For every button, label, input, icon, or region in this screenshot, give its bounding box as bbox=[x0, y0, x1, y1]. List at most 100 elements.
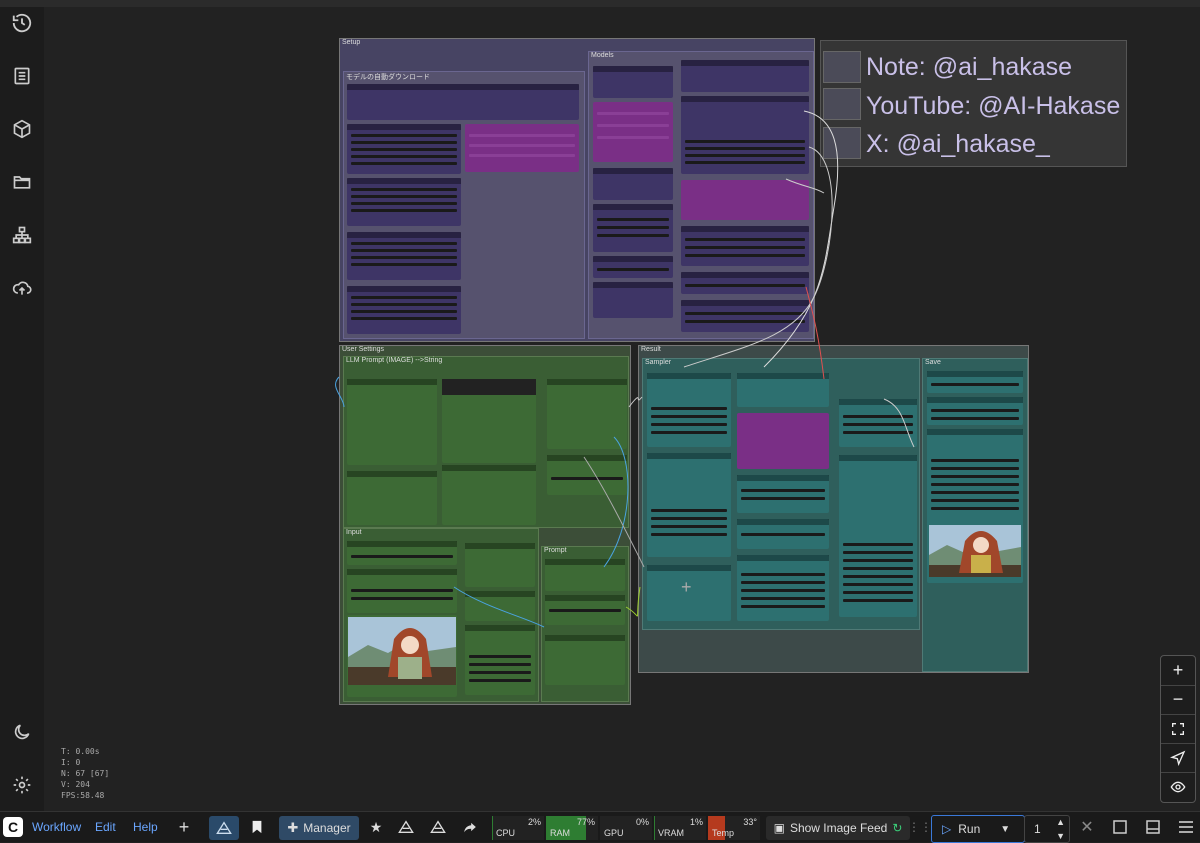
panel-icon bbox=[1146, 820, 1160, 834]
group-auto-download[interactable]: モデルの自動ダウンロード bbox=[343, 71, 585, 339]
group-save[interactable]: Save bbox=[922, 358, 1028, 672]
node-load-image[interactable] bbox=[347, 615, 457, 697]
node-download-2[interactable] bbox=[347, 178, 461, 226]
node-sampler-magenta[interactable] bbox=[737, 413, 829, 469]
node-model-h[interactable] bbox=[681, 272, 809, 294]
node-download-1[interactable] bbox=[347, 124, 461, 174]
batch-count-stepper[interactable]: 1 ▲ ▼ bbox=[1024, 815, 1070, 843]
group-sampler[interactable]: Sampler + bbox=[642, 358, 920, 630]
node-download-4[interactable] bbox=[347, 286, 461, 334]
node-model-f[interactable] bbox=[681, 60, 809, 92]
bookmark-button[interactable] bbox=[243, 812, 271, 842]
node-library-icon[interactable] bbox=[10, 223, 34, 247]
zoom-out-button[interactable]: − bbox=[1161, 685, 1195, 715]
node-download-magenta[interactable] bbox=[465, 124, 579, 172]
share-button[interactable] bbox=[460, 812, 480, 842]
stat-time: T: 0.00s bbox=[61, 747, 100, 756]
favorites-button[interactable]: ★ bbox=[367, 812, 385, 842]
node-model-b[interactable] bbox=[593, 168, 673, 200]
node-download-main[interactable] bbox=[347, 84, 579, 120]
folder-icon[interactable] bbox=[10, 170, 34, 194]
node-download-3[interactable] bbox=[347, 232, 461, 280]
node-llm-c[interactable] bbox=[547, 379, 627, 449]
new-tab-button[interactable]: + bbox=[170, 812, 198, 842]
run-options-chevron-icon[interactable]: ▼ bbox=[1000, 824, 1010, 835]
increment-chevron-icon[interactable]: ▲ bbox=[1056, 817, 1065, 827]
node-model-d[interactable] bbox=[593, 256, 673, 278]
node-sampler-g[interactable] bbox=[839, 399, 917, 447]
main-menu-button[interactable] bbox=[1177, 812, 1195, 842]
node-sampler-c[interactable] bbox=[737, 373, 829, 407]
drag-handle-icon[interactable]: ⋮⋮ bbox=[908, 812, 932, 842]
node-sampler-e[interactable] bbox=[737, 519, 829, 549]
zoom-in-button[interactable]: + bbox=[1161, 656, 1195, 686]
group-setup[interactable]: Setup モデルの自動ダウンロード Models bbox=[339, 38, 815, 342]
vram-fill bbox=[654, 816, 655, 840]
manager-button[interactable]: ✚ Manager bbox=[279, 816, 359, 840]
moon-icon[interactable] bbox=[10, 720, 34, 744]
node-input-a[interactable] bbox=[347, 541, 457, 565]
document-icon[interactable] bbox=[10, 64, 34, 88]
decrement-chevron-icon[interactable]: ▼ bbox=[1056, 831, 1065, 841]
history-icon[interactable] bbox=[10, 11, 34, 35]
node-model-g[interactable] bbox=[681, 226, 809, 266]
node-save-image[interactable] bbox=[927, 429, 1023, 583]
node-input-e[interactable] bbox=[465, 625, 535, 695]
group-llm-prompt[interactable]: LLM Prompt (IMAGE) -->String bbox=[343, 356, 629, 528]
credits-note[interactable]: Note: @ai_hakase YouTube: @AI-Hakase X: … bbox=[820, 40, 1127, 167]
group-input[interactable]: Input bbox=[343, 528, 539, 702]
node-llm-d[interactable] bbox=[347, 471, 437, 525]
node-sampler-a[interactable] bbox=[647, 373, 731, 447]
node-sampler-preview[interactable]: + bbox=[647, 565, 731, 621]
node-input-d[interactable] bbox=[465, 591, 535, 621]
show-image-feed-button[interactable]: ▣ Show Image Feed ↻ bbox=[766, 816, 910, 840]
focus-mode-button[interactable] bbox=[1111, 812, 1129, 842]
node-llm-f[interactable] bbox=[547, 455, 627, 495]
node-save-b[interactable] bbox=[927, 397, 1023, 425]
group-models[interactable]: Models bbox=[588, 51, 814, 339]
model-tool-button[interactable] bbox=[396, 812, 416, 842]
group-result[interactable]: Result Sampler + Save bbox=[638, 345, 1029, 673]
gear-icon[interactable] bbox=[10, 773, 34, 797]
menu-workflow[interactable]: Workflow bbox=[32, 812, 81, 842]
node-sampler-ksampler[interactable] bbox=[839, 455, 917, 617]
model-tool-2-button[interactable] bbox=[428, 812, 448, 842]
run-button[interactable]: ▷ Run ▼ bbox=[931, 815, 1025, 843]
queue-toggle-button[interactable] bbox=[209, 816, 239, 840]
node-model-lora[interactable] bbox=[593, 102, 673, 162]
cancel-button[interactable]: ✕ bbox=[1078, 812, 1096, 842]
node-model-a[interactable] bbox=[593, 66, 673, 98]
node-llm-e[interactable] bbox=[442, 465, 536, 525]
node-model-checkpoint[interactable] bbox=[681, 96, 809, 174]
menu-edit[interactable]: Edit bbox=[95, 812, 116, 842]
group-user-settings[interactable]: User Settings LLM Prompt (IMAGE) -->Stri… bbox=[339, 345, 631, 705]
toggle-visibility-button[interactable] bbox=[1161, 772, 1195, 801]
node-sampler-f[interactable] bbox=[737, 555, 829, 621]
node-llm-b[interactable] bbox=[442, 379, 536, 463]
toggle-panel-button[interactable] bbox=[1144, 812, 1162, 842]
graph-canvas[interactable]: Setup モデルの自動ダウンロード Models Note: @ai_haka… bbox=[44, 7, 1200, 811]
node-model-i[interactable] bbox=[681, 300, 809, 332]
fit-view-button[interactable] bbox=[1161, 714, 1195, 744]
node-prompt-c[interactable] bbox=[545, 635, 625, 685]
node-sampler-b[interactable] bbox=[647, 453, 731, 557]
locate-button[interactable] bbox=[1161, 743, 1195, 773]
node-input-b[interactable] bbox=[347, 569, 457, 613]
cloud-upload-icon[interactable] bbox=[10, 276, 34, 300]
node-input-c[interactable] bbox=[465, 543, 535, 587]
node-save-a[interactable] bbox=[927, 371, 1023, 393]
node-prompt-b[interactable] bbox=[545, 595, 625, 625]
group-prompt[interactable]: Prompt bbox=[541, 546, 629, 702]
cube-icon[interactable] bbox=[10, 117, 34, 141]
comfy-logo[interactable]: C bbox=[3, 812, 23, 842]
node-llm-a[interactable] bbox=[347, 379, 437, 465]
node-model-magenta-2[interactable] bbox=[681, 180, 809, 220]
node-model-c[interactable] bbox=[593, 204, 673, 252]
node-prompt-a[interactable] bbox=[545, 559, 625, 591]
manager-label: Manager bbox=[303, 821, 351, 835]
node-sampler-d[interactable] bbox=[737, 475, 829, 513]
hamburger-icon bbox=[1179, 821, 1193, 833]
gpu-value: 0% bbox=[635, 817, 649, 827]
menu-help[interactable]: Help bbox=[133, 812, 158, 842]
node-model-e[interactable] bbox=[593, 282, 673, 318]
